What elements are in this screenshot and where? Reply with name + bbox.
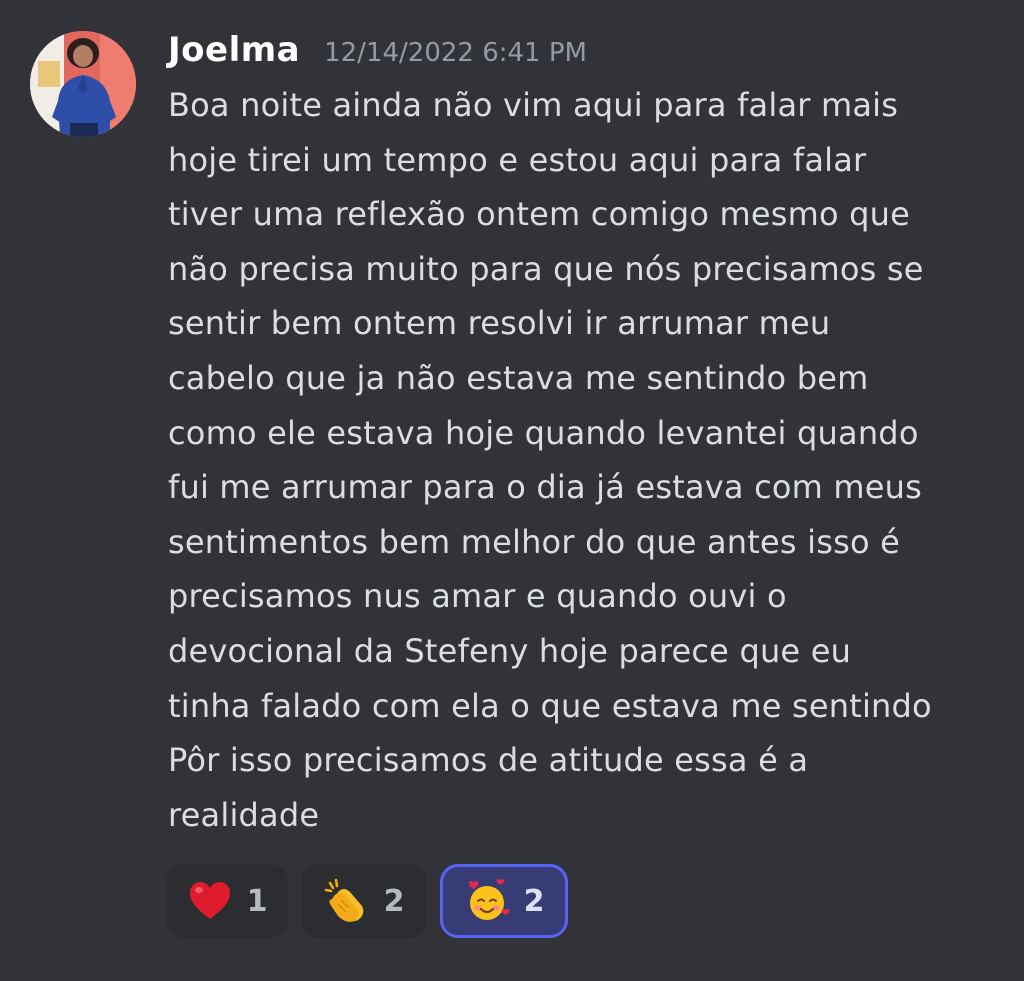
heart-icon xyxy=(187,878,233,924)
message-line: realidade xyxy=(168,795,320,834)
message-line: tinha falado com ela o que estava me sen… xyxy=(168,686,932,725)
message-line: devocional da Stefeny hoje parece que eu xyxy=(168,631,852,670)
message-content: Boa noite ainda não vim aqui para falar … xyxy=(168,78,1013,842)
message-line: cabelo que ja não estava me sentindo bem xyxy=(168,358,869,397)
username[interactable]: Joelma xyxy=(168,30,300,70)
message-line: tiver uma reflexão ontem comigo mesmo qu… xyxy=(168,195,911,234)
reaction-count: 2 xyxy=(523,883,545,919)
avatar[interactable] xyxy=(30,31,136,137)
reaction-count: 2 xyxy=(383,883,405,919)
reaction-bar: 1 2 2 xyxy=(166,864,581,938)
message-line: precisamos nus amar e quando ouvi o xyxy=(168,577,787,616)
reaction-smiling-face-with-hearts[interactable]: 2 xyxy=(440,864,568,938)
message-line: não precisa muito para que nós precisamo… xyxy=(168,249,924,288)
message-line: sentimentos bem melhor do que antes isso… xyxy=(168,522,901,561)
clapping-hands-icon xyxy=(324,878,370,924)
message-line: Pôr isso precisamos de atitude essa é a xyxy=(168,741,809,780)
avatar-image xyxy=(30,31,136,137)
reaction-count: 1 xyxy=(246,883,268,919)
message-line: Boa noite ainda não vim aqui para falar … xyxy=(168,86,899,124)
message-line: hoje tirei um tempo e estou aqui para fa… xyxy=(168,140,867,179)
smiling-face-with-hearts-icon xyxy=(464,878,510,924)
message-line: como ele estava hoje quando levantei qua… xyxy=(168,413,919,452)
reaction-clap[interactable]: 2 xyxy=(301,864,427,938)
timestamp: 12/14/2022 6:41 PM xyxy=(324,38,587,68)
reaction-heart[interactable]: 1 xyxy=(166,864,288,938)
message-line: fui me arrumar para o dia já estava com … xyxy=(168,468,923,507)
chat-message: Joelma 12/14/2022 6:41 PM Boa noite aind… xyxy=(0,0,1024,981)
message-line: sentir bem ontem resolvi ir arrumar meu xyxy=(168,304,831,343)
message-header: Joelma 12/14/2022 6:41 PM xyxy=(168,30,587,76)
